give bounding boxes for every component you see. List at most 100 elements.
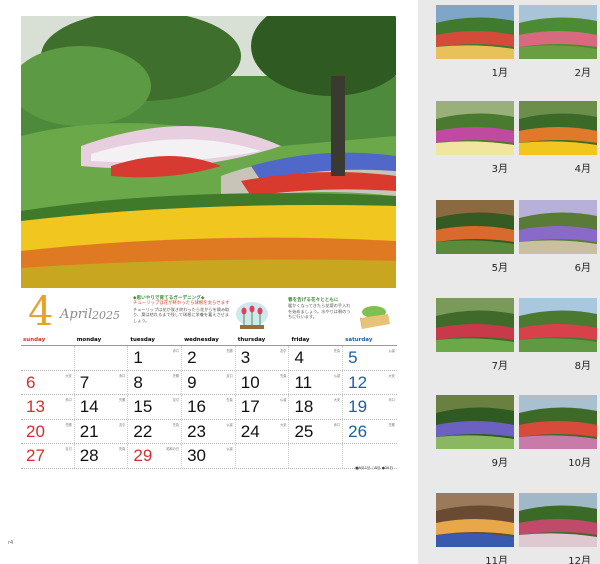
calendar-day-cell[interactable]: 13 赤口 [21,395,75,419]
calendar-day-cell[interactable]: 26 先勝 [343,420,397,444]
month-thumbnail[interactable] [519,493,597,547]
day-note: 仏滅 [280,398,287,402]
calendar-day-cell[interactable]: 24 大安 [236,419,290,443]
calendar-day-cell[interactable] [21,346,75,370]
calendar-day-cell[interactable]: 25 赤口 [289,419,344,443]
calendar-day-cell[interactable]: 18 大安 [289,395,344,419]
day-note: 友引 [65,447,72,451]
calendar-day-cell[interactable]: 7 赤口 [75,370,129,394]
calendar-day-cell[interactable]: 28 先負 [75,444,129,468]
day-number: 12 [348,372,368,392]
calendar-day-cell[interactable]: 19 赤口 [343,395,397,419]
day-note: 赤口 [333,422,341,427]
thumbnail-photo [519,5,597,59]
day-number: 3 [240,348,251,367]
month-thumbnail[interactable] [436,298,514,352]
day-note: 先勝 [226,349,233,353]
month-thumbnail[interactable] [519,200,597,254]
day-note: 先勝 [172,373,180,378]
calendar-day-cell[interactable]: 27 友引 [21,444,75,468]
calendar-day-cell[interactable]: 29 昭和の日 [128,444,183,468]
tulip-pot-illustration-icon [236,302,268,329]
day-note: 赤口 [388,398,395,402]
thumbnail-month-label: 10月 [568,458,591,469]
day-note: 先負 [172,422,180,427]
calendar-day-cell[interactable]: 8 先勝 [128,370,183,394]
day-number: 23 [187,421,206,441]
month-thumbnail[interactable] [519,5,597,59]
weekday-tuesday: tuesday [130,337,155,343]
day-note: 仏滅 [333,373,341,378]
thumbnail-photo [519,200,597,254]
day-note: 友引 [280,349,287,353]
thumbnail-month-label: 9月 [491,458,508,469]
month-thumbnail[interactable] [436,493,514,547]
day-number: 19 [348,397,368,416]
calendar-day-cell[interactable]: 12 大安 [343,371,397,395]
calendar-footer-note: ■6月1日 ○8日 ●28日 [355,466,393,470]
calendar-day-cell[interactable] [236,444,290,468]
calendar-day-cell[interactable]: 20 先勝 [21,419,75,443]
month-number: 4 [28,289,54,335]
weekday-saturday: saturday [345,337,373,343]
calendar-day-cell[interactable]: 6 大安 [21,370,75,394]
month-thumbnail[interactable] [519,298,597,352]
thumbnail-photo [519,298,597,352]
weekday-sunday: sunday [23,337,46,343]
day-number: 8 [133,372,143,392]
thumbnail-month-label: 8月 [574,361,591,372]
calendar-day-cell[interactable]: 5 仏滅 [343,346,397,370]
calendar-day-cell[interactable] [75,346,129,370]
calendar-day-cell[interactable]: 3 友引 [236,346,290,370]
calendar-week: 20 先勝 21 友引 22 先負 23 仏滅 24 大安 25 赤口 26 先勝 [21,419,397,444]
calendar-day-cell[interactable]: 16 先負 [182,395,236,419]
calendar-day-cell[interactable]: 2 先勝 [182,346,236,370]
calendar-day-cell[interactable] [343,444,397,468]
thumbnail-month-label: 2月 [574,68,591,79]
day-note: 先勝 [388,422,395,427]
month-thumbnail[interactable] [436,5,514,59]
day-number: 6 [26,372,36,392]
day-number: 14 [79,397,99,416]
calendar-day-cell[interactable] [289,444,344,468]
calendar-day-cell[interactable]: 9 友引 [182,370,236,394]
calendar-day-cell[interactable]: 17 仏滅 [236,395,290,419]
day-note: 赤口 [172,349,180,353]
calendar-day-cell[interactable]: 14 先勝 [75,395,129,419]
calendar-day-cell[interactable]: 4 先負 [289,346,344,370]
day-note: 赤口 [65,398,72,402]
day-number: 27 [26,446,45,465]
month-thumbnail[interactable] [436,200,514,254]
calendar-day-cell[interactable]: 23 仏滅 [182,419,236,443]
month-thumbnail[interactable] [436,101,514,155]
month-thumbnail[interactable] [519,101,597,155]
calendar-day-cell[interactable]: 21 友引 [75,419,129,443]
thumbnail-photo [519,101,597,155]
tip1-body: チューリップは花が咲き終わったら花がらを摘み取り、葉は枯れるまで残して球根に栄養… [133,306,230,323]
thumbnail-month-label: 7月 [491,361,508,372]
calendar-day-cell[interactable]: 10 先負 [236,370,290,394]
thumbnail-month-label: 4月 [574,164,591,175]
calendar-day-cell[interactable]: 30 仏滅 [182,444,236,468]
day-note: 赤口 [119,373,126,378]
day-number: 9 [187,372,197,392]
day-note: 大安 [65,373,72,378]
weekday-wednesday: wednesday [184,337,219,343]
month-thumbnail[interactable] [519,395,597,449]
day-note: 仏滅 [388,349,395,353]
day-number: 30 [187,446,206,465]
day-note: 大安 [388,373,395,378]
calendar-day-cell[interactable]: 11 仏滅 [289,370,344,394]
month-thumbnail[interactable] [436,395,514,449]
thumbnail-photo [519,395,597,449]
calendar-day-cell[interactable]: 1 赤口 [128,346,183,370]
page-number: r4 [8,540,14,546]
weekday-header: sunday monday tuesday wednesday thursday… [21,336,397,346]
day-number: 15 [133,397,153,416]
calendar-day-cell[interactable]: 22 先負 [128,419,183,443]
calendar-week: 27 友引 28 先負 29 昭和の日 30 仏滅 [21,444,397,469]
day-number: 4 [294,348,304,367]
day-note: 先負 [333,349,341,353]
calendar-week: 13 赤口 14 先勝 15 友引 16 先負 17 仏滅 18 大安 19 赤口 [21,395,397,420]
calendar-day-cell[interactable]: 15 友引 [128,395,183,419]
